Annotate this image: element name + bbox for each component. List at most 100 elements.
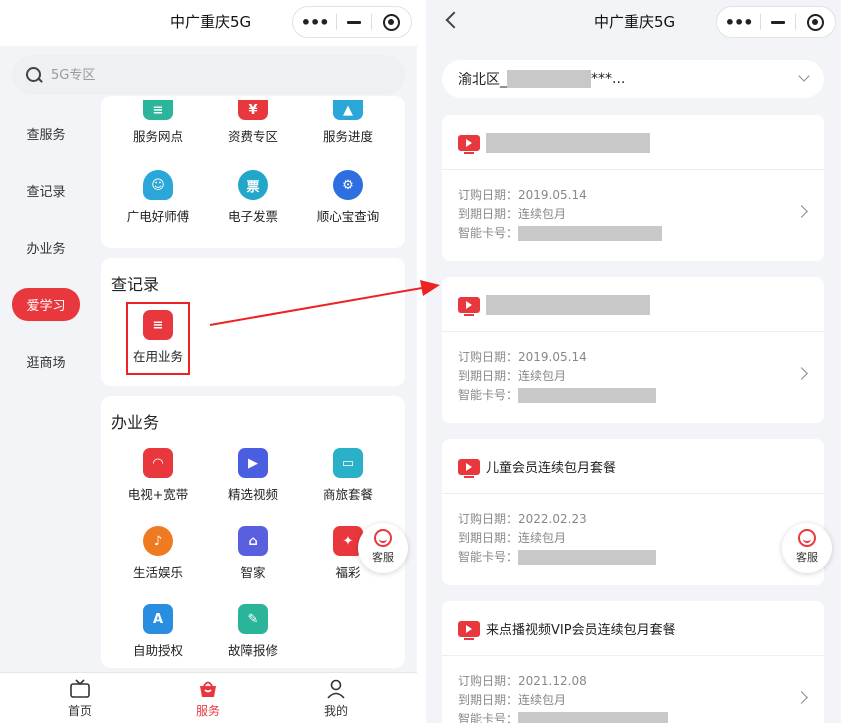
tile-service-progress[interactable]: ▲ 服务进度 bbox=[303, 100, 393, 145]
tile-shunxinbao[interactable]: ⚙ 顺心宝查询 bbox=[303, 170, 393, 225]
section-title: 查记录 bbox=[111, 275, 160, 294]
customer-service-button[interactable]: 客服 bbox=[358, 523, 408, 573]
tile-repair[interactable]: ✎ 故障报修 bbox=[208, 604, 298, 659]
wrench-icon: ✎ bbox=[238, 604, 268, 634]
expire-date-label: 到期日期： bbox=[458, 531, 519, 545]
close-miniapp-icon[interactable] bbox=[372, 13, 411, 31]
expire-date: 连续包月 bbox=[518, 369, 567, 383]
order-card[interactable]: 儿童会员连续包月套餐 订购日期：2022.02.23 到期日期：连续包月 智能卡… bbox=[442, 439, 824, 585]
section-title: 办业务 bbox=[111, 413, 160, 432]
expire-date: 连续包月 bbox=[518, 693, 567, 707]
tile-label: 故障报修 bbox=[227, 643, 278, 658]
smart-card-label: 智能卡号： bbox=[458, 226, 519, 240]
tile-life-entertainment[interactable]: ♪ 生活娱乐 bbox=[113, 526, 203, 581]
tile-label: 商旅套餐 bbox=[322, 487, 373, 502]
tile-label: 服务进度 bbox=[322, 129, 373, 144]
tv-play-icon bbox=[458, 297, 480, 316]
expire-date-label: 到期日期： bbox=[458, 693, 519, 707]
tile-featured-video[interactable]: ▶ 精选视频 bbox=[208, 448, 298, 503]
chevron-right-icon bbox=[795, 691, 808, 704]
chevron-down-icon bbox=[798, 70, 810, 82]
tile-business-travel[interactable]: ▭ 商旅套餐 bbox=[303, 448, 393, 503]
tile-label: 顺心宝查询 bbox=[316, 209, 380, 224]
sidebar-item-mall[interactable]: 逛商场 bbox=[0, 333, 92, 390]
highlight-box bbox=[126, 302, 190, 375]
tile-tv-broadband[interactable]: ◠ 电视+宽带 bbox=[113, 448, 203, 503]
tv-play-icon bbox=[458, 458, 480, 478]
purchase-date: 2021.12.08 bbox=[518, 674, 587, 688]
smart-card-label: 智能卡号： bbox=[458, 712, 519, 723]
sidebar-item-query-records[interactable]: 查记录 bbox=[0, 162, 92, 219]
tab-label: 我的 bbox=[323, 704, 348, 718]
tab-home[interactable]: 首页 bbox=[40, 679, 120, 719]
tile-technician[interactable]: ☺ 广电好师傅 bbox=[113, 170, 203, 225]
redacted-block bbox=[518, 388, 657, 403]
page-title: 中广重庆5G bbox=[170, 13, 252, 31]
redacted-block bbox=[486, 133, 650, 153]
search-icon bbox=[26, 66, 43, 84]
page-title: 中广重庆5G bbox=[594, 13, 676, 31]
microphone-icon: ♪ bbox=[143, 526, 173, 556]
divider bbox=[442, 331, 824, 332]
tab-label: 服务 bbox=[195, 704, 220, 718]
authorize-icon: A bbox=[143, 604, 173, 634]
tile-smart-home[interactable]: ⌂ 智家 bbox=[208, 526, 298, 581]
sidebar-item-label: 办业务 bbox=[26, 242, 66, 257]
order-details: 订购日期：2019.05.14 到期日期：连续包月 智能卡号： bbox=[458, 186, 663, 243]
purchase-date-label: 订购日期： bbox=[458, 350, 519, 364]
search-bar[interactable] bbox=[12, 55, 405, 95]
purchase-date-label: 订购日期： bbox=[458, 188, 519, 202]
tile-label: 自助授权 bbox=[132, 643, 183, 658]
expire-date: 连续包月 bbox=[518, 207, 567, 221]
order-details: 订购日期：2021.12.08 到期日期：连续包月 智能卡号： bbox=[458, 672, 669, 723]
region-prefix: 渝北区_ bbox=[458, 72, 507, 88]
smart-card-label: 智能卡号： bbox=[458, 550, 519, 564]
sidebar-item-label: 逛商场 bbox=[26, 356, 66, 371]
tile-label: 精选视频 bbox=[227, 487, 278, 502]
tile-label: 生活娱乐 bbox=[132, 565, 183, 580]
sidebar-item-query-service[interactable]: 查服务 bbox=[0, 105, 92, 162]
search-input[interactable] bbox=[51, 67, 351, 83]
miniapp-capsule: ••• bbox=[292, 6, 412, 38]
sidebar-item-learning[interactable]: 爱学习 bbox=[0, 276, 92, 333]
order-card[interactable]: 订购日期：2019.05.14 到期日期：连续包月 智能卡号： bbox=[442, 277, 824, 423]
tv-icon bbox=[69, 679, 91, 699]
service-bag-icon bbox=[197, 679, 219, 699]
divider bbox=[442, 655, 824, 656]
tile-label: 资费专区 bbox=[227, 129, 278, 144]
tab-mine[interactable]: 我的 bbox=[296, 679, 376, 719]
more-icon[interactable]: ••• bbox=[717, 13, 760, 32]
tile-tariff-zone[interactable]: ¥ 资费专区 bbox=[208, 100, 298, 145]
region-selector[interactable]: 渝北区_ ***... bbox=[442, 60, 824, 98]
right-screen: 中广重庆5G ••• 渝北区_ ***... 订购日期：2019.05.14 到… bbox=[426, 0, 841, 723]
tile-self-authorize[interactable]: A 自助授权 bbox=[113, 604, 203, 659]
tile-label: 电子发票 bbox=[227, 209, 278, 224]
wifi-tv-icon: ◠ bbox=[143, 448, 173, 478]
tv-play-icon bbox=[458, 135, 480, 154]
sidebar-item-business[interactable]: 办业务 bbox=[0, 219, 92, 276]
back-icon[interactable] bbox=[445, 11, 463, 29]
order-card[interactable]: 来点播视频VIP会员连续包月套餐 订购日期：2021.12.08 到期日期：连续… bbox=[442, 601, 824, 723]
tile-service-outlet[interactable]: ≡ 服务网点 bbox=[113, 100, 203, 145]
order-card[interactable]: 订购日期：2019.05.14 到期日期：连续包月 智能卡号： bbox=[442, 115, 824, 261]
customer-service-button[interactable]: 客服 bbox=[782, 523, 832, 573]
order-details: 订购日期：2019.05.14 到期日期：连续包月 智能卡号： bbox=[458, 348, 657, 405]
invoice-icon: 票 bbox=[238, 170, 268, 200]
tile-e-invoice[interactable]: 票 电子发票 bbox=[208, 170, 298, 225]
order-details: 订购日期：2022.02.23 到期日期：连续包月 智能卡号： bbox=[458, 510, 657, 567]
screenshot-root: 中广重庆5G ••• 查服务 查记录 办业务 爱学习 逛商场 ≡ 服务网点 bbox=[0, 0, 841, 723]
redacted-block bbox=[507, 70, 591, 88]
tab-label: 首页 bbox=[67, 704, 92, 718]
tab-service[interactable]: 服务 bbox=[168, 679, 248, 719]
minimize-icon[interactable] bbox=[761, 20, 794, 24]
progress-icon: ▲ bbox=[333, 100, 363, 120]
miniapp-capsule: ••• bbox=[716, 6, 836, 38]
order-name: 儿童会员连续包月套餐 bbox=[486, 461, 617, 476]
smart-home-icon: ⌂ bbox=[238, 526, 268, 556]
technician-icon: ☺ bbox=[143, 170, 173, 200]
more-icon[interactable]: ••• bbox=[293, 13, 336, 32]
minimize-icon[interactable] bbox=[337, 20, 370, 24]
purchase-date-label: 订购日期： bbox=[458, 674, 519, 688]
divider bbox=[442, 169, 824, 170]
close-miniapp-icon[interactable] bbox=[796, 13, 835, 31]
